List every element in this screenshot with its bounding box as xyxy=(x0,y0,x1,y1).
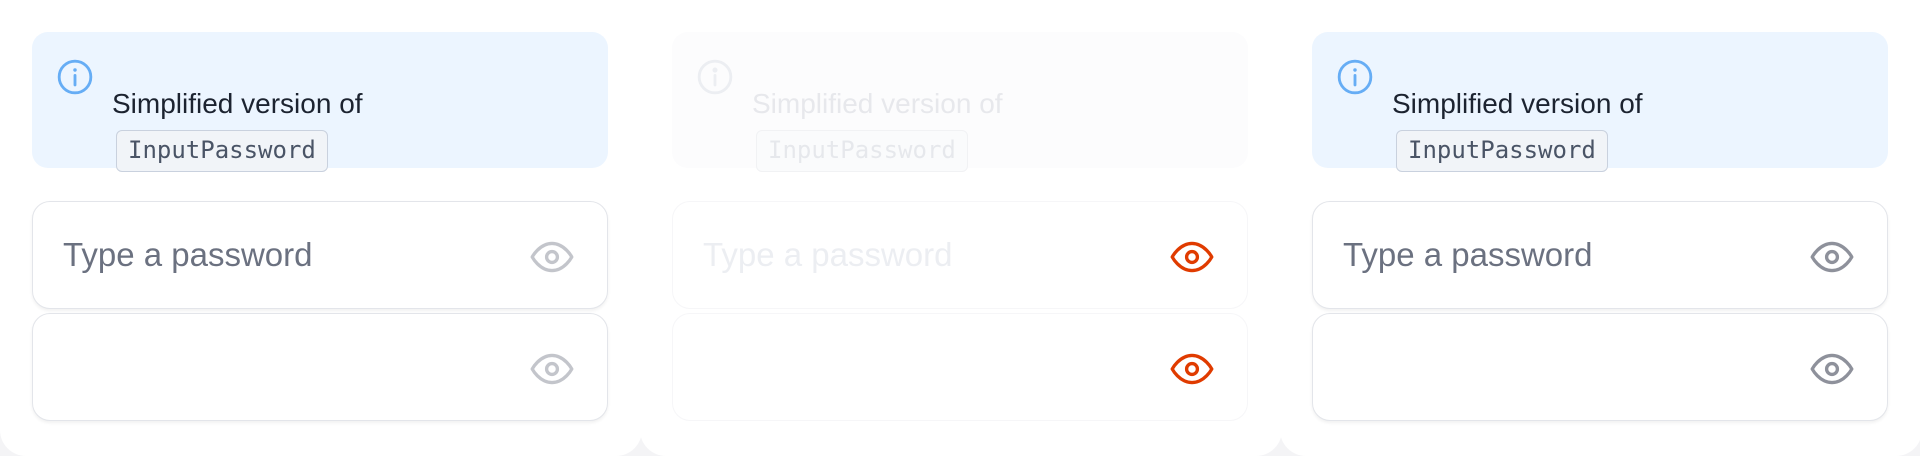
notice-text: Simplified version of xyxy=(1392,88,1643,119)
notice-text: Simplified version of xyxy=(752,88,1003,119)
confirm-password-input[interactable] xyxy=(33,314,503,420)
confirm-password-field[interactable] xyxy=(32,313,608,421)
eye-icon[interactable] xyxy=(527,232,577,282)
confirm-password-field[interactable] xyxy=(672,313,1248,421)
info-notice: Simplified version of InputPassword xyxy=(672,32,1248,172)
code-chip: InputPassword xyxy=(1396,130,1608,172)
panel-2: Simplified version of InputPassword xyxy=(640,0,1282,456)
password-field[interactable] xyxy=(672,201,1248,309)
eye-icon[interactable] xyxy=(1167,344,1217,394)
info-icon xyxy=(57,59,93,95)
info-notice: Simplified version of InputPassword xyxy=(32,32,608,172)
eye-icon[interactable] xyxy=(1167,232,1217,282)
password-field[interactable] xyxy=(1312,201,1888,309)
confirm-password-field[interactable] xyxy=(1312,313,1888,421)
panel-1: Simplified version of InputPassword xyxy=(0,0,642,456)
notice-text: Simplified version of xyxy=(112,88,363,119)
info-notice: Simplified version of InputPassword xyxy=(1312,32,1888,172)
password-input[interactable] xyxy=(33,202,503,308)
eye-icon[interactable] xyxy=(1807,344,1857,394)
eye-icon[interactable] xyxy=(527,344,577,394)
password-field[interactable] xyxy=(32,201,608,309)
password-input[interactable] xyxy=(1313,202,1783,308)
info-icon xyxy=(697,59,733,95)
confirm-password-input[interactable] xyxy=(1313,314,1783,420)
eye-icon[interactable] xyxy=(1807,232,1857,282)
confirm-password-input[interactable] xyxy=(673,314,1143,420)
panel-3: Simplified version of InputPassword xyxy=(1280,0,1920,456)
password-input[interactable] xyxy=(673,202,1143,308)
info-icon xyxy=(1337,59,1373,95)
code-chip: InputPassword xyxy=(116,130,328,172)
stage: Simplified version of InputPassword Simp… xyxy=(0,0,1920,456)
code-chip: InputPassword xyxy=(756,130,968,172)
